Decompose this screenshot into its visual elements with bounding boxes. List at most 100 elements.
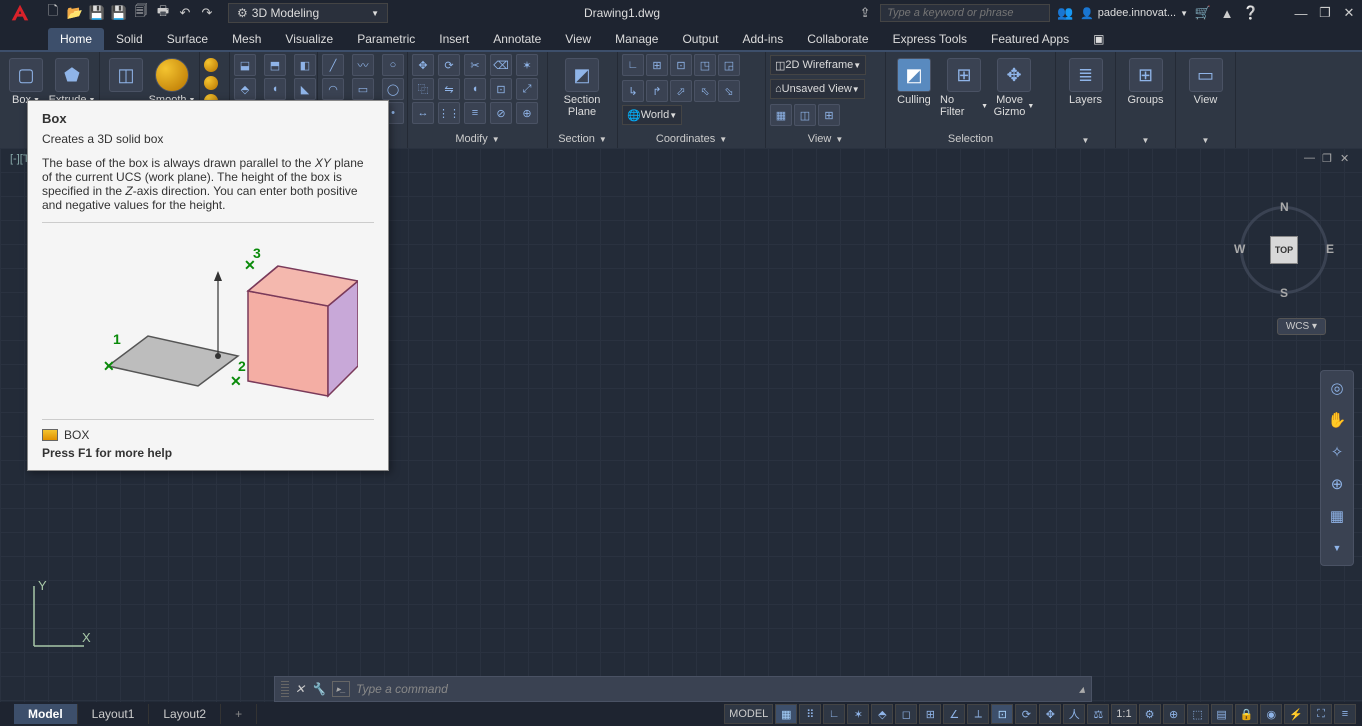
tab-home[interactable]: Home bbox=[48, 28, 104, 50]
scale-icon[interactable]: ⤢ bbox=[516, 78, 538, 100]
quick-properties-icon[interactable]: ▤ bbox=[1211, 704, 1233, 724]
pan-icon[interactable]: ✋ bbox=[1324, 407, 1350, 433]
line-icon[interactable]: ╱ bbox=[322, 54, 344, 76]
erase-icon[interactable]: ⌫ bbox=[490, 54, 512, 76]
minimize-button[interactable]: — bbox=[1292, 4, 1310, 22]
3dosnap-icon[interactable]: ⊞ bbox=[919, 704, 941, 724]
ucs-icon-2[interactable]: ⊞ bbox=[646, 54, 668, 76]
view-icon-2[interactable]: ◫ bbox=[794, 104, 816, 126]
polar-toggle-icon[interactable]: ✶ bbox=[847, 704, 869, 724]
steering-wheel-icon[interactable]: ◎ bbox=[1324, 375, 1350, 401]
status-model[interactable]: MODEL bbox=[724, 704, 773, 724]
new-icon[interactable]: 🗋 bbox=[44, 4, 62, 22]
app-logo[interactable] bbox=[0, 0, 40, 26]
dynamic-input-icon[interactable]: ⊡ bbox=[991, 704, 1013, 724]
user-menu[interactable]: 👤padee.innovat...▼ bbox=[1080, 7, 1188, 20]
box-button[interactable]: ▢ Box▼ bbox=[4, 54, 48, 106]
world-dropdown[interactable]: 🌐 World▼ bbox=[622, 105, 682, 125]
signin-icon[interactable]: 👥 bbox=[1056, 4, 1074, 22]
search-input[interactable] bbox=[880, 4, 1050, 22]
annotation-monitor-icon[interactable]: ⊕ bbox=[1163, 704, 1185, 724]
extrude-button[interactable]: ⬟ Extrude▼ bbox=[50, 54, 94, 106]
workspace-dropdown[interactable]: ⚙3D Modeling ▼ bbox=[228, 3, 388, 23]
layout-model[interactable]: Model bbox=[14, 704, 78, 724]
redo-icon[interactable]: ↷ bbox=[198, 4, 216, 22]
rectangle-icon[interactable]: ▭ bbox=[352, 78, 374, 100]
layout-2[interactable]: Layout2 bbox=[149, 704, 221, 724]
ellipse-icon[interactable]: ◯ bbox=[382, 78, 404, 100]
tab-parametric[interactable]: Parametric bbox=[345, 28, 427, 50]
intersect-icon[interactable]: ◧ bbox=[294, 54, 316, 76]
clean-screen-icon[interactable]: ⛶ bbox=[1310, 704, 1332, 724]
ucs-icon-10[interactable]: ⬂ bbox=[718, 80, 740, 102]
tab-output[interactable]: Output bbox=[670, 28, 730, 50]
fillet-icon[interactable]: ◖ bbox=[264, 78, 286, 100]
ucs-icon-6[interactable]: ↳ bbox=[622, 80, 644, 102]
mirror-icon[interactable]: ⇋ bbox=[438, 78, 460, 100]
otrack-icon[interactable]: ∠ bbox=[943, 704, 965, 724]
selection-cycling-icon[interactable]: ⟳ bbox=[1015, 704, 1037, 724]
chamfer-icon[interactable]: ◣ bbox=[294, 78, 316, 100]
join-icon[interactable]: ⊕ bbox=[516, 102, 538, 124]
ucs-icon-1[interactable]: ∟ bbox=[622, 54, 644, 76]
subtract-icon[interactable]: ⬒ bbox=[264, 54, 286, 76]
array-icon[interactable]: ⋮⋮ bbox=[438, 102, 460, 124]
layout-1[interactable]: Layout1 bbox=[78, 704, 150, 724]
ucs-icon-5[interactable]: ◲ bbox=[718, 54, 740, 76]
gizmo-button[interactable]: ✥ Move Gizmo▼ bbox=[990, 54, 1038, 118]
presspull-icon[interactable]: ⬘ bbox=[234, 78, 256, 100]
groups-button[interactable]: ⊞ Groups bbox=[1120, 54, 1171, 106]
tab-mesh[interactable]: Mesh bbox=[220, 28, 273, 50]
align-icon[interactable]: ≡ bbox=[464, 102, 486, 124]
open-icon[interactable]: 📂 bbox=[66, 4, 84, 22]
save-icon[interactable]: 💾 bbox=[88, 4, 106, 22]
rotate-icon[interactable]: ⟳ bbox=[438, 54, 460, 76]
hardware-accel-icon[interactable]: ⚡ bbox=[1284, 704, 1308, 724]
view-far-button[interactable]: ▭ View bbox=[1180, 54, 1231, 106]
viewcube[interactable]: TOP N S E W bbox=[1234, 200, 1334, 300]
smooth-less-icon[interactable] bbox=[204, 76, 218, 90]
tab-insert[interactable]: Insert bbox=[427, 28, 481, 50]
viewcube-n[interactable]: N bbox=[1280, 200, 1289, 214]
tab-view[interactable]: View bbox=[553, 28, 603, 50]
ortho-toggle-icon[interactable]: ∟ bbox=[823, 704, 845, 724]
view-dropdown[interactable]: ⌂ Unsaved View▼ bbox=[770, 79, 865, 99]
mesh-button[interactable]: ◫ bbox=[104, 54, 148, 92]
tab-collaborate[interactable]: Collaborate bbox=[795, 28, 880, 50]
culling-button[interactable]: ◩ Culling bbox=[890, 54, 938, 106]
tab-addins[interactable]: Add-ins bbox=[731, 28, 796, 50]
share-icon[interactable]: ⇪ bbox=[856, 4, 874, 22]
ucs-icon-3[interactable]: ⊡ bbox=[670, 54, 692, 76]
viewcube-s[interactable]: S bbox=[1280, 286, 1288, 300]
view-icon-3[interactable]: ⊞ bbox=[818, 104, 840, 126]
showmotion-icon[interactable]: ▦ bbox=[1324, 503, 1350, 529]
viewport-close-icon[interactable]: ✕ bbox=[1340, 152, 1354, 166]
copy-icon[interactable]: ⿻ bbox=[412, 78, 434, 100]
tab-solid[interactable]: Solid bbox=[104, 28, 155, 50]
fillet2-icon[interactable]: ◖ bbox=[464, 78, 486, 100]
view-icon-1[interactable]: ▦ bbox=[770, 104, 792, 126]
cmd-history-icon[interactable]: ▴ bbox=[1079, 682, 1085, 696]
nofilter-button[interactable]: ⊞ No Filter▼ bbox=[940, 54, 988, 118]
tab-visualize[interactable]: Visualize bbox=[273, 28, 345, 50]
ucs-icon-8[interactable]: ⬀ bbox=[670, 80, 692, 102]
units-icon[interactable]: ⬚ bbox=[1187, 704, 1209, 724]
osnap-toggle-icon[interactable]: ◻ bbox=[895, 704, 917, 724]
maximize-button[interactable]: ❐ bbox=[1316, 4, 1334, 22]
zoom-extents-icon[interactable]: ✧ bbox=[1324, 439, 1350, 465]
ucs-icon-9[interactable]: ⬁ bbox=[694, 80, 716, 102]
tab-manage[interactable]: Manage bbox=[603, 28, 670, 50]
annotation-visibility-icon[interactable]: 人 bbox=[1063, 704, 1085, 724]
polyline-icon[interactable]: 〰 bbox=[352, 54, 374, 76]
stretch-icon[interactable]: ↔ bbox=[412, 102, 434, 124]
layout-add[interactable]: + bbox=[221, 704, 257, 724]
ucs-icon-7[interactable]: ↱ bbox=[646, 80, 668, 102]
section-plane-button[interactable]: ◩ Section Plane bbox=[552, 54, 612, 118]
union-icon[interactable]: ⬓ bbox=[234, 54, 256, 76]
undo-icon[interactable]: ↶ bbox=[176, 4, 194, 22]
tab-expresstools[interactable]: Express Tools bbox=[881, 28, 979, 50]
layers-button[interactable]: ≣ Layers bbox=[1060, 54, 1111, 106]
trim-icon[interactable]: ✂ bbox=[464, 54, 486, 76]
viewport-minimize-icon[interactable]: — bbox=[1304, 152, 1318, 166]
lock-ui-icon[interactable]: 🔒 bbox=[1235, 704, 1259, 724]
